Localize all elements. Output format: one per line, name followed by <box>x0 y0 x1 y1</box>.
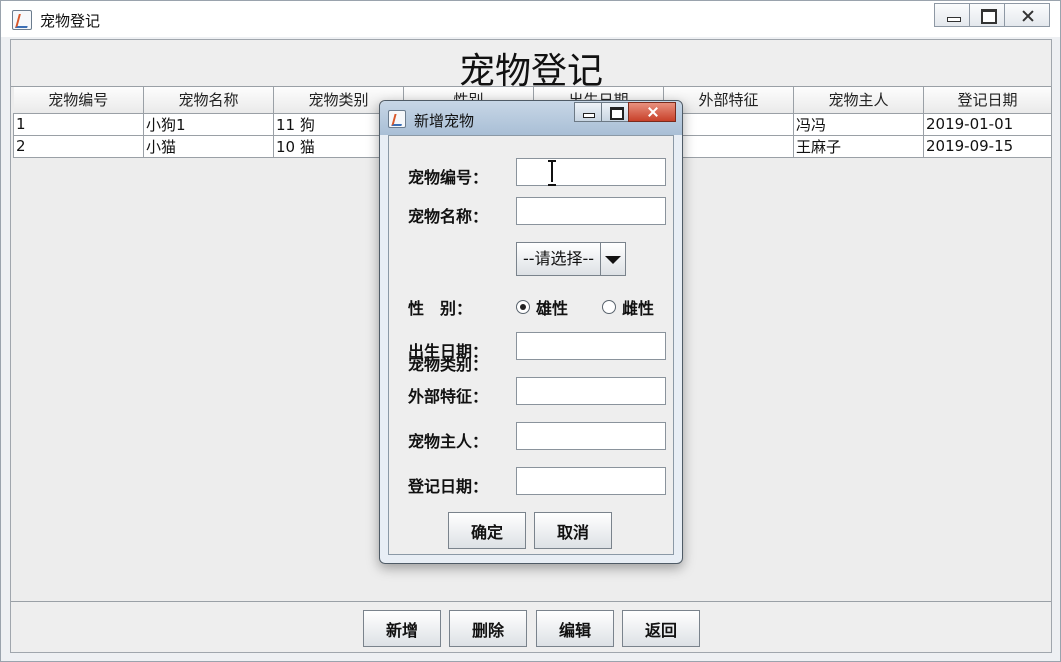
close-button[interactable] <box>1004 3 1050 27</box>
gender-male-radio[interactable]: 雄性 <box>516 295 568 319</box>
reg-date-label: 登记日期： <box>408 477 489 496</box>
radio-unselected-icon[interactable] <box>602 300 616 314</box>
add-pet-dialog: 新增宠物 宠物编号： 宠物名称： 宠物类别： --请选择-- 性 别： 雄性 雌… <box>379 100 683 564</box>
table-cell[interactable]: 看 <box>663 134 794 158</box>
table-cell[interactable]: 小狗1 <box>143 112 274 136</box>
minimize-button[interactable] <box>934 3 970 27</box>
gender-label: 性 别： <box>408 299 473 318</box>
action-toolbar: 新增 删除 编辑 返回 <box>11 610 1051 650</box>
pet-no-label: 宠物编号： <box>408 168 489 187</box>
column-header[interactable]: 宠物名称 <box>143 87 274 114</box>
gender-female-radio[interactable]: 雌性 <box>602 295 654 319</box>
dialog-close-button[interactable] <box>628 102 676 122</box>
owner-input[interactable] <box>516 422 666 450</box>
table-cell[interactable]: 看 <box>663 112 794 136</box>
pet-type-selected: --请选择-- <box>517 243 601 275</box>
gender-male-label: 雄性 <box>536 299 569 318</box>
dialog-form: 宠物编号： 宠物名称： 宠物类别： --请选择-- 性 别： 雄性 雌性 出生日… <box>388 135 674 555</box>
dialog-maximize-button[interactable] <box>601 102 629 122</box>
table-cell[interactable]: 小猫 <box>143 134 274 158</box>
reg-date-input[interactable] <box>516 467 666 495</box>
birth-date-label: 出生日期： <box>408 342 489 361</box>
column-header[interactable]: 外部特征 <box>663 87 794 114</box>
cancel-button[interactable]: 取消 <box>534 512 612 549</box>
text-cursor-icon <box>548 160 556 186</box>
column-header[interactable]: 登记日期 <box>923 87 1052 114</box>
dialog-title: 新增宠物 <box>414 112 475 130</box>
chevron-down-icon[interactable] <box>601 243 625 275</box>
pet-name-input[interactable] <box>516 197 666 225</box>
confirm-button[interactable]: 确定 <box>448 512 526 549</box>
features-label: 外部特征： <box>408 387 489 406</box>
birth-date-input[interactable] <box>516 332 666 360</box>
table-cell[interactable]: 1 <box>13 112 144 136</box>
owner-label: 宠物主人： <box>408 432 489 451</box>
java-app-icon <box>388 110 406 128</box>
java-app-icon <box>12 10 32 30</box>
window-controls <box>934 3 1050 27</box>
dialog-titlebar[interactable]: 新增宠物 <box>380 101 682 135</box>
pet-no-input[interactable] <box>516 158 666 186</box>
table-cell[interactable]: 2019-09-15 <box>923 134 1052 158</box>
dialog-minimize-button[interactable] <box>574 102 602 122</box>
delete-button[interactable]: 删除 <box>449 610 527 647</box>
table-cell[interactable]: 2 <box>13 134 144 158</box>
radio-selected-icon[interactable] <box>516 300 530 314</box>
table-cell[interactable]: 王麻子 <box>793 134 924 158</box>
pet-name-label: 宠物名称： <box>408 207 489 226</box>
window-title: 宠物登记 <box>40 12 101 30</box>
gender-female-label: 雌性 <box>622 299 655 318</box>
column-header[interactable]: 宠物编号 <box>13 87 144 114</box>
edit-button[interactable]: 编辑 <box>536 610 614 647</box>
add-button[interactable]: 新增 <box>363 610 441 647</box>
pet-type-select[interactable]: --请选择-- <box>516 242 626 276</box>
table-cell[interactable]: 2019-01-01 <box>923 112 1052 136</box>
maximize-button[interactable] <box>969 3 1005 27</box>
table-cell[interactable]: 冯冯 <box>793 112 924 136</box>
column-header[interactable]: 宠物主人 <box>793 87 924 114</box>
back-button[interactable]: 返回 <box>622 610 700 647</box>
dialog-window-controls <box>574 102 676 122</box>
features-input[interactable] <box>516 377 666 405</box>
window-titlebar[interactable]: 宠物登记 <box>1 1 1060 37</box>
